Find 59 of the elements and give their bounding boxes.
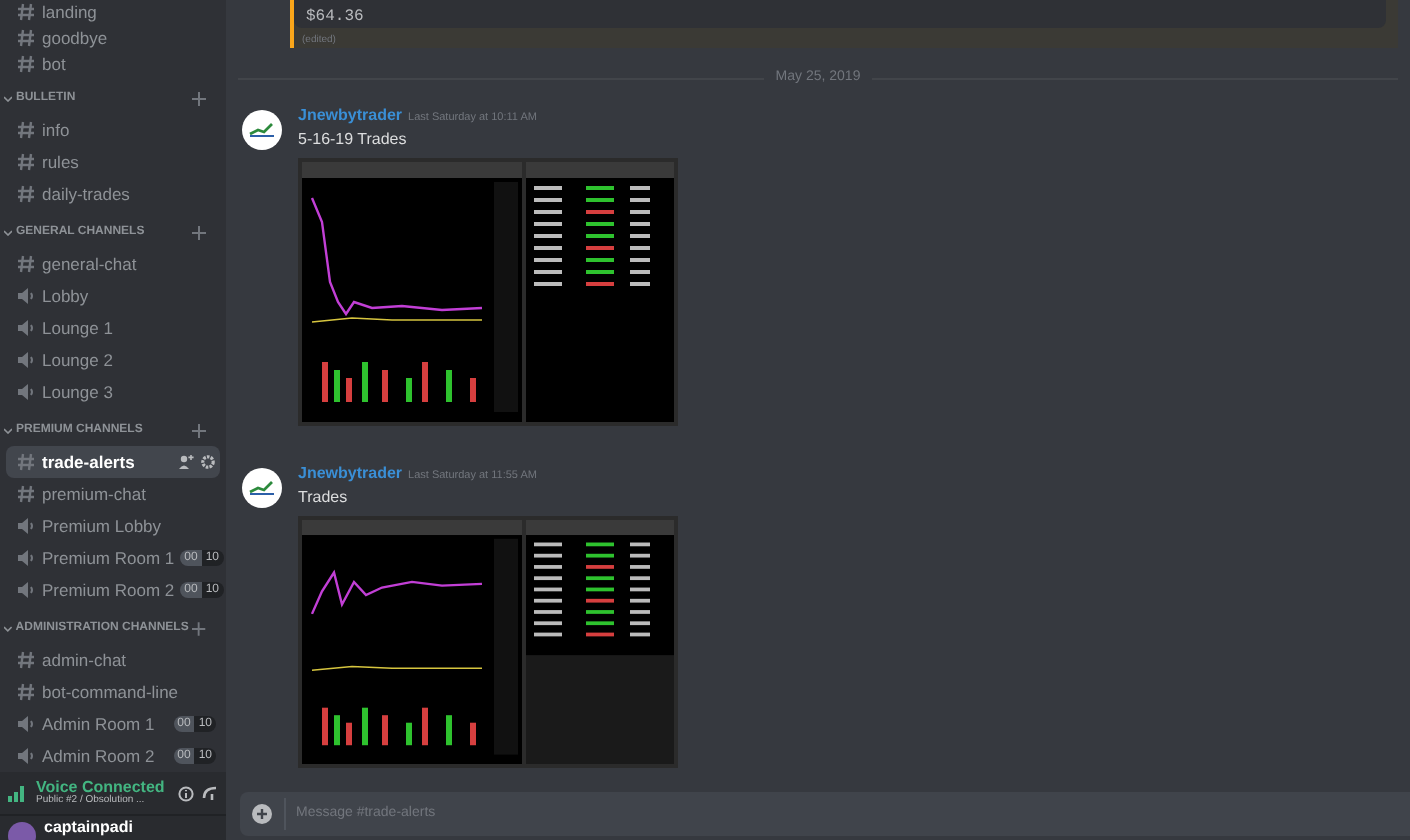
speaker-icon bbox=[16, 318, 36, 339]
speaker-icon bbox=[16, 746, 36, 767]
channel-item[interactable]: Premium Lobby bbox=[6, 510, 220, 543]
speaker-icon bbox=[16, 286, 36, 307]
channel-item[interactable]: info bbox=[6, 114, 220, 147]
hash-icon bbox=[16, 452, 36, 473]
hash-icon bbox=[16, 254, 36, 275]
channel-item[interactable]: daily-trades bbox=[6, 178, 220, 211]
channel-item[interactable]: Lounge 1 bbox=[6, 312, 220, 345]
message-text: 5-16-19 Trades bbox=[298, 128, 409, 152]
avatar-icon[interactable] bbox=[242, 110, 282, 150]
add-icon[interactable] bbox=[192, 622, 206, 637]
channel-item[interactable]: Lobby bbox=[6, 280, 220, 313]
hash-icon bbox=[16, 682, 36, 703]
channel-item[interactable]: landing bbox=[6, 0, 220, 26]
caret-icon bbox=[4, 96, 12, 103]
speaker-icon bbox=[16, 580, 36, 601]
add-user-icon[interactable] bbox=[178, 454, 194, 471]
speaker-icon bbox=[16, 350, 36, 371]
add-icon[interactable] bbox=[192, 92, 206, 107]
hash-icon bbox=[16, 2, 36, 23]
hash-icon bbox=[16, 484, 36, 505]
speaker-icon bbox=[16, 548, 36, 569]
hash-icon bbox=[16, 120, 36, 141]
author-name[interactable]: Jnewbytrader bbox=[298, 104, 403, 128]
hash-icon bbox=[16, 650, 36, 671]
hash-icon bbox=[16, 152, 36, 173]
trading-screenshot-drawing[interactable] bbox=[298, 516, 678, 768]
channel-item[interactable]: goodbye bbox=[6, 25, 220, 51]
hash-icon bbox=[16, 53, 36, 74]
channel-item[interactable]: admin-chat bbox=[6, 644, 220, 677]
channel-item[interactable]: rules bbox=[6, 146, 220, 179]
trading-screenshot-drawing[interactable] bbox=[298, 158, 678, 426]
channel-item[interactable]: general-chat bbox=[6, 248, 220, 281]
speaker-icon bbox=[16, 382, 36, 403]
voice-status: Voice Connected bbox=[36, 780, 167, 796]
hash-icon bbox=[16, 28, 36, 49]
speaker-icon bbox=[16, 516, 36, 537]
channel-item[interactable]: Lounge 2 bbox=[6, 344, 220, 377]
username: captainpadi bbox=[44, 820, 133, 836]
channel-item[interactable]: bot bbox=[6, 51, 220, 77]
signal-icon bbox=[8, 784, 28, 802]
add-icon[interactable] bbox=[192, 226, 206, 241]
caret-icon bbox=[4, 428, 12, 435]
message-text: Trades bbox=[298, 486, 350, 510]
channel-item[interactable]: Lounge 3 bbox=[6, 376, 220, 409]
info-icon[interactable] bbox=[178, 785, 194, 801]
caret-icon bbox=[4, 230, 12, 237]
channel-item[interactable]: premium-chat bbox=[6, 478, 220, 511]
channel-item[interactable]: trade-alerts bbox=[6, 446, 220, 479]
add-icon[interactable] bbox=[192, 424, 206, 439]
channel-item[interactable]: bot-command-line bbox=[6, 676, 220, 709]
hash-icon bbox=[16, 184, 36, 205]
author-name[interactable]: Jnewbytrader bbox=[298, 462, 403, 486]
add-icon[interactable] bbox=[252, 804, 272, 824]
code-text: $64.36 bbox=[306, 9, 364, 25]
speaker-icon bbox=[16, 714, 36, 735]
avatar-icon[interactable] bbox=[242, 468, 282, 508]
caret-icon bbox=[4, 626, 12, 633]
